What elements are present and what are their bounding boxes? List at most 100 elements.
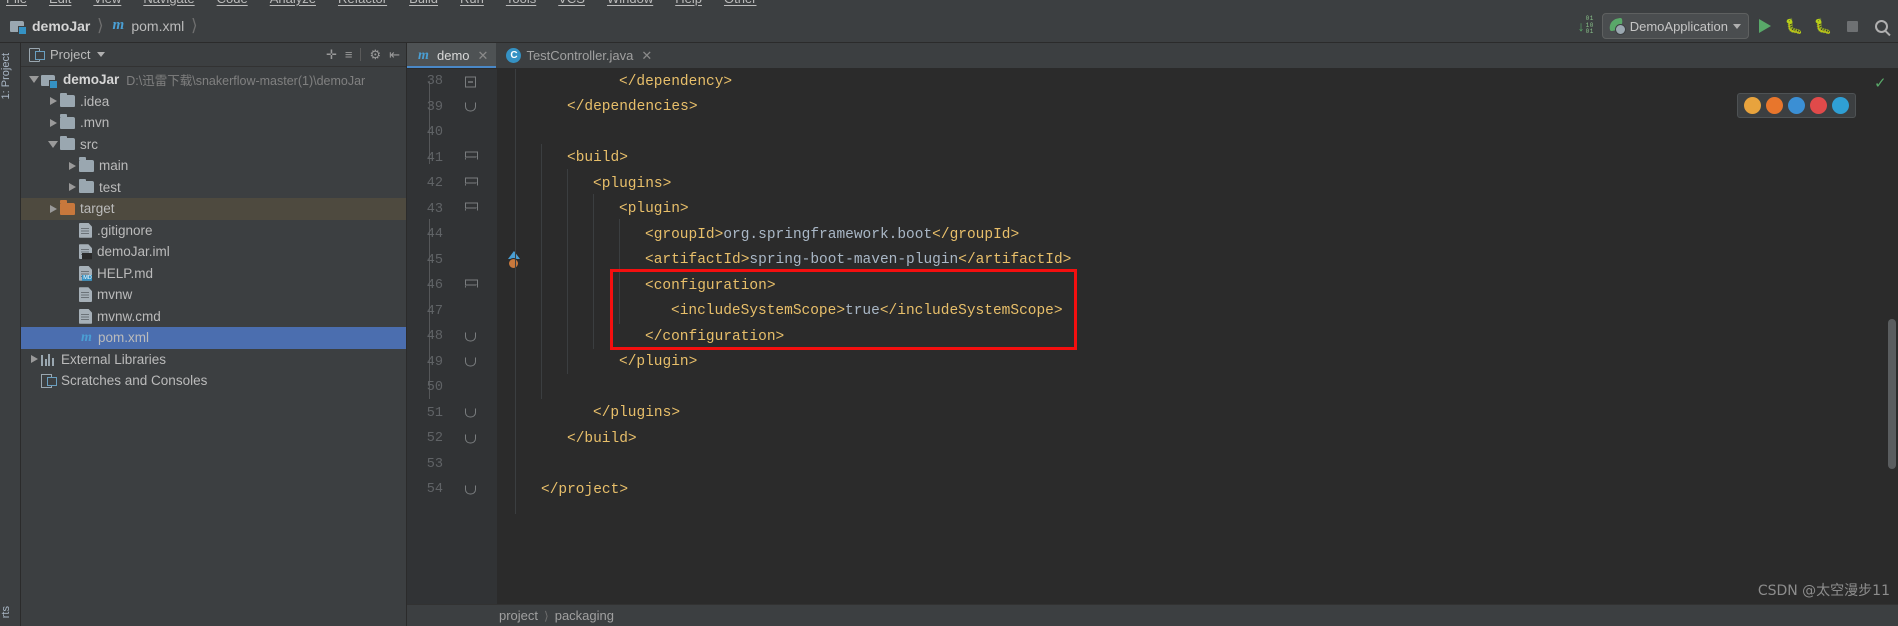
fold-marker[interactable] bbox=[465, 76, 476, 88]
gear-icon[interactable]: ⚙ bbox=[369, 48, 381, 61]
tree-node--mvn[interactable]: .mvn bbox=[21, 112, 406, 134]
tree-node-mvnw[interactable]: mvnw bbox=[21, 284, 406, 306]
close-icon[interactable]: ✕ bbox=[641, 48, 652, 64]
tree-node-src[interactable]: src bbox=[21, 134, 406, 156]
tree-expand-arrow[interactable] bbox=[27, 76, 41, 84]
menu-item-file[interactable]: File bbox=[6, 0, 27, 6]
fold-marker[interactable] bbox=[465, 151, 478, 165]
tree-expand-arrow[interactable] bbox=[27, 355, 41, 364]
editor-breadcrumb[interactable]: project ⟩ packaging bbox=[407, 604, 1898, 626]
menu-items[interactable]: File Edit View Navigate Code Analyze Ref… bbox=[6, 0, 756, 6]
editor-tab-testcontroller-java[interactable]: C TestController.java ✕ bbox=[496, 43, 660, 68]
run-configuration-selector[interactable]: DemoApplication bbox=[1601, 13, 1749, 39]
menu-item-view[interactable]: View bbox=[93, 0, 121, 6]
menu-item-help[interactable]: Help bbox=[675, 0, 702, 6]
inspection-status[interactable]: ✓ bbox=[1874, 75, 1887, 91]
fold-column[interactable] bbox=[449, 426, 495, 452]
fold-column[interactable] bbox=[449, 171, 495, 197]
menu-item-refactor[interactable]: Refactor bbox=[338, 0, 387, 6]
run-button[interactable] bbox=[1752, 13, 1778, 39]
menu-item-navigate[interactable]: Navigate bbox=[143, 0, 194, 6]
tool-window-button-project[interactable]: 1: Project bbox=[0, 49, 21, 103]
locate-icon[interactable]: ✛ bbox=[326, 48, 337, 61]
fold-marker[interactable] bbox=[465, 332, 476, 342]
fold-marker[interactable] bbox=[465, 357, 476, 367]
tree-node-pom-xml[interactable]: m pom.xml bbox=[21, 327, 406, 349]
project-tree[interactable]: demoJar D:\迅雷下载\snakerflow-master(1)\demo… bbox=[21, 67, 406, 392]
gutter-line[interactable]: 50 bbox=[407, 375, 497, 401]
menu-item-build[interactable]: Build bbox=[409, 0, 438, 6]
tree-node-scratches-and-consoles[interactable]: Scratches and Consoles bbox=[21, 370, 406, 392]
fold-column[interactable] bbox=[449, 120, 495, 146]
tree-node-test[interactable]: test bbox=[21, 177, 406, 199]
close-icon[interactable]: ✕ bbox=[478, 48, 489, 64]
fold-column[interactable] bbox=[449, 375, 495, 401]
fold-marker[interactable] bbox=[465, 202, 478, 216]
gutter-line[interactable]: 52 bbox=[407, 426, 497, 452]
fold-column[interactable] bbox=[449, 452, 495, 478]
opera-icon[interactable] bbox=[1810, 97, 1827, 114]
breadcrumb-project[interactable]: demoJar bbox=[10, 9, 90, 42]
stop-button[interactable] bbox=[1839, 13, 1865, 39]
gutter-line[interactable]: 47 bbox=[407, 299, 497, 325]
fold-marker[interactable] bbox=[465, 177, 478, 190]
tree-node--idea[interactable]: .idea bbox=[21, 91, 406, 113]
code-line[interactable]: <build> bbox=[497, 146, 628, 172]
menu-item-analyze[interactable]: Analyze bbox=[270, 0, 316, 6]
edge-icon[interactable] bbox=[1832, 97, 1849, 114]
fold-column[interactable] bbox=[449, 401, 495, 427]
vertical-scrollbar[interactable] bbox=[1888, 319, 1896, 469]
tree-expand-arrow[interactable] bbox=[46, 204, 60, 213]
firefox-icon[interactable] bbox=[1766, 97, 1783, 114]
tree-node-demojar-iml[interactable]: demoJar.iml bbox=[21, 241, 406, 263]
browser-preview-bar[interactable] bbox=[1737, 93, 1856, 118]
breadcrumb-element-project[interactable]: project bbox=[499, 608, 538, 623]
tree-node-mvnw-cmd[interactable]: mvnw.cmd bbox=[21, 306, 406, 328]
fold-column[interactable] bbox=[449, 324, 495, 350]
tree-expand-arrow[interactable] bbox=[65, 161, 79, 170]
tree-node-main[interactable]: main bbox=[21, 155, 406, 177]
code-editor[interactable]: 38 39 40 41 42 43 44 45 46 47 48 49 50 51 52 53 54 </dep… bbox=[407, 69, 1898, 626]
fold-column[interactable] bbox=[449, 248, 520, 274]
tree-expand-arrow[interactable] bbox=[46, 118, 60, 127]
run-with-coverage-button[interactable]: 🐛 bbox=[1810, 13, 1836, 39]
code-line[interactable]: </plugins> bbox=[497, 401, 680, 427]
code-line[interactable]: </project> bbox=[497, 477, 628, 503]
code-line[interactable]: <groupId> org.springframework.boot </group… bbox=[497, 222, 1019, 248]
code-line[interactable] bbox=[497, 120, 524, 146]
code-line[interactable]: </plugin> bbox=[497, 350, 697, 376]
safari-icon[interactable] bbox=[1788, 97, 1805, 114]
editor-gutter[interactable]: 38 39 40 41 42 43 44 45 46 47 48 49 50 51 52 53 54 bbox=[407, 69, 520, 626]
code-line[interactable]: <includeSystemScope> true </includeSystemS… bbox=[497, 299, 1063, 325]
code-line[interactable] bbox=[497, 452, 524, 478]
gutter-line[interactable]: 51 bbox=[407, 401, 497, 427]
editor-tab-demo[interactable]: m demo ✕ bbox=[407, 43, 497, 68]
binary-download-button[interactable]: ↓ 01 10 01 bbox=[1573, 13, 1599, 39]
code-line[interactable]: <artifactId> spring-boot-maven-plugin </ar… bbox=[497, 248, 1071, 274]
gutter-line[interactable]: 48 bbox=[407, 324, 497, 350]
menu-bar[interactable]: File Edit View Navigate Code Analyze Ref… bbox=[0, 0, 1898, 9]
menu-item-other[interactable]: Other bbox=[724, 0, 757, 6]
menu-item-window[interactable]: Window bbox=[607, 0, 653, 6]
tree-expand-arrow[interactable] bbox=[65, 183, 79, 192]
breadcrumb-file[interactable]: m pom.xml bbox=[110, 9, 185, 42]
menu-item-vcs[interactable]: VCS bbox=[558, 0, 585, 6]
search-everywhere-button[interactable] bbox=[1868, 13, 1894, 39]
fold-marker[interactable] bbox=[465, 408, 476, 418]
fold-column[interactable] bbox=[449, 69, 495, 95]
fold-column[interactable] bbox=[449, 477, 495, 503]
tree-node--gitignore[interactable]: .gitignore bbox=[21, 220, 406, 242]
breadcrumb-element-packaging[interactable]: packaging bbox=[555, 608, 614, 623]
code-line[interactable] bbox=[497, 375, 524, 401]
hide-icon[interactable]: ⇤ bbox=[389, 48, 400, 61]
editor-tab-strip[interactable]: m demo ✕ C TestController.java ✕ bbox=[407, 43, 1898, 69]
fold-column[interactable] bbox=[449, 95, 495, 121]
code-line[interactable]: <plugins> bbox=[497, 171, 671, 197]
gutter-line[interactable]: 54 bbox=[407, 477, 497, 503]
tree-expand-arrow[interactable] bbox=[46, 140, 60, 148]
fold-column[interactable] bbox=[449, 146, 495, 172]
gutter-line[interactable]: 42 bbox=[407, 171, 497, 197]
code-line[interactable]: </build> bbox=[497, 426, 637, 452]
code-line[interactable]: </dependencies> bbox=[497, 95, 698, 121]
fold-marker[interactable] bbox=[465, 102, 476, 112]
